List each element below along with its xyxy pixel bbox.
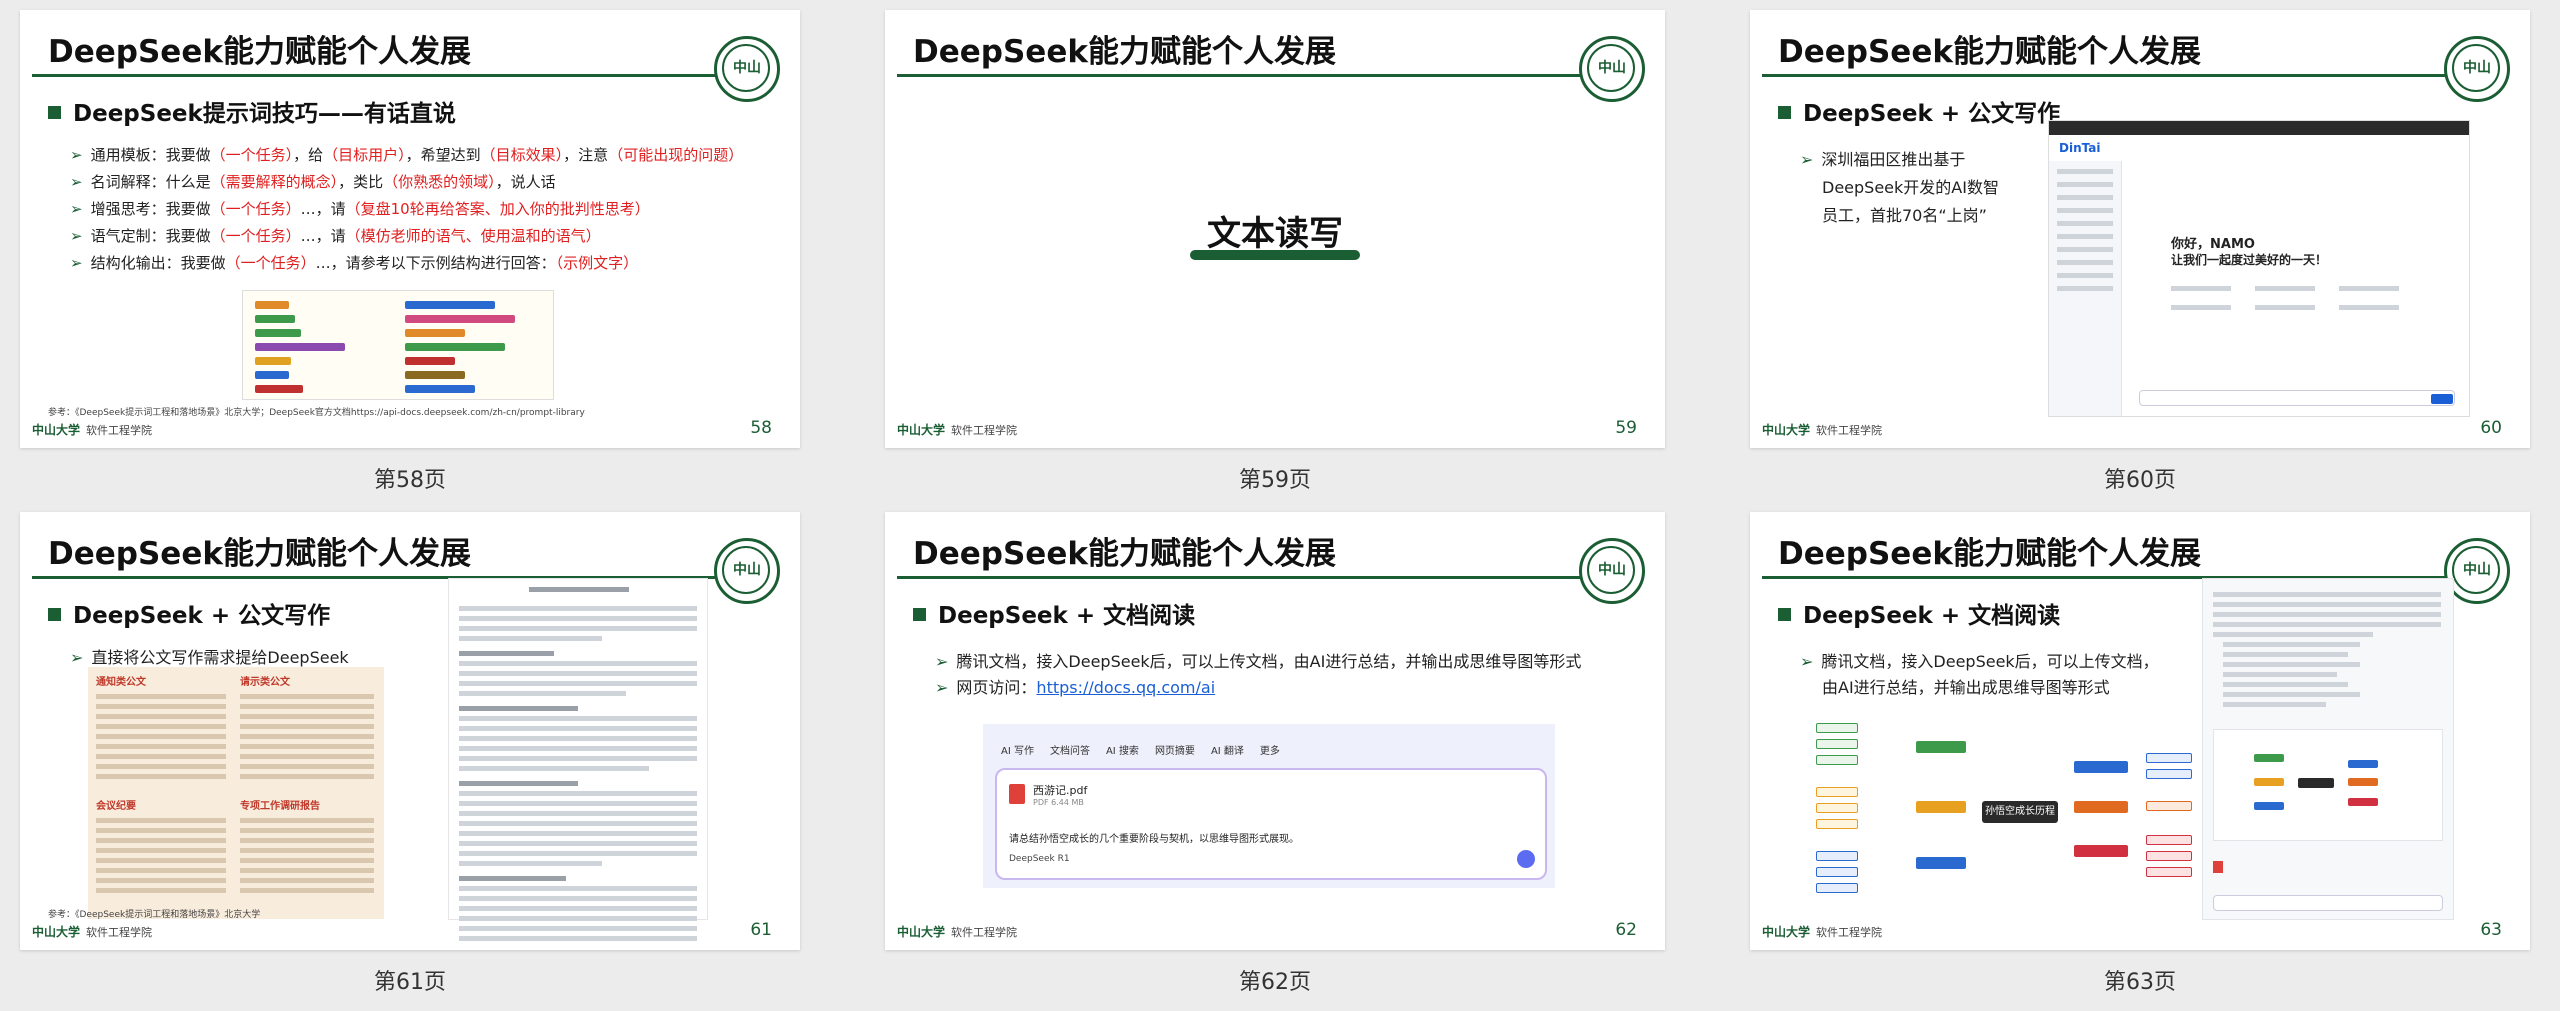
- tab-ai-write[interactable]: AI 写作: [1001, 746, 1034, 757]
- chat-input-box[interactable]: 西游记.pdf PDF 6.44 MB 请总结孙悟空成长的几个重要阶段与契机，以…: [995, 768, 1547, 880]
- pdf-file-icon: [1009, 784, 1025, 804]
- mindmap-image: 孙悟空成长历程: [1806, 717, 2222, 912]
- bullet-text: ➢ 腾讯文档，接入DeepSeek后，可以上传文档，: [1800, 652, 2159, 671]
- bullet-tone: ➢ 语气定制：我要做（一个任务）…，请（模仿老师的语气、使用温和的语气）: [70, 227, 601, 245]
- slide-thumbnail-61[interactable]: DeepSeek能力赋能个人发展 中山 DeepSeek + 公文写作 ➢ 直接将…: [20, 512, 800, 950]
- university-seal-icon: 中山: [1579, 538, 1645, 604]
- app-name: DinTai: [2059, 141, 2101, 155]
- mindmap-center-node: 孙悟空成长历程: [1982, 801, 2058, 823]
- slide-footer: 中山大学 软件工程学院: [1762, 925, 1883, 939]
- title-divider: [897, 576, 1605, 579]
- file-size: PDF 6.44 MB: [1033, 798, 1084, 807]
- university-logo: 中山大学: [1762, 423, 1811, 437]
- bullet-text-line2: 由AI进行总结，并输出成思维导图等形式: [1822, 678, 2110, 697]
- generated-document-image: [448, 578, 708, 941]
- tab-doc-qa[interactable]: 文档问答: [1050, 746, 1090, 757]
- section-heading: DeepSeek + 文档阅读: [1778, 596, 2060, 630]
- bullet-template: ➢ 通用模板：我要做（一个任务），给（目标用户），希望达到（目标效果），注意（可能…: [70, 146, 744, 164]
- university-seal-icon: 中山: [714, 36, 780, 102]
- slide-caption-59: 第59页: [1239, 468, 1311, 493]
- page-number: 59: [1615, 418, 1637, 438]
- title-divider: [32, 74, 740, 77]
- slide-title: DeepSeek能力赋能个人发展: [913, 536, 1336, 572]
- slide-caption-63: 第63页: [2104, 970, 2176, 995]
- slide-title: DeepSeek能力赋能个人发展: [1778, 34, 2201, 70]
- slide-thumbnail-60[interactable]: DeepSeek能力赋能个人发展 中山 DeepSeek + 公文写作 ➢ 深圳福…: [1750, 10, 2530, 448]
- university-seal-icon: 中山: [2444, 36, 2510, 102]
- slide-thumbnail-58[interactable]: DeepSeek能力赋能个人发展 中山 DeepSeek提示词技巧——有话直说 …: [20, 10, 800, 448]
- page-number: 60: [2480, 418, 2502, 438]
- section-heading: DeepSeek + 文档阅读: [913, 596, 1195, 630]
- slide-thumbnail-62[interactable]: DeepSeek能力赋能个人发展 中山 DeepSeek + 文档阅读 ➢ 腾讯文…: [885, 512, 1665, 950]
- reference-note: 参考：《DeepSeek提示词工程和落地场景》北京大学；DeepSeek官方文档…: [48, 408, 585, 418]
- slide-caption-62: 第62页: [1239, 970, 1311, 995]
- university-logo: 中山大学: [897, 925, 946, 939]
- slide-caption-58: 第58页: [374, 468, 446, 493]
- slide-title: DeepSeek能力赋能个人发展: [1778, 536, 2201, 572]
- bullet-tencent-docs: ➢ 腾讯文档，接入DeepSeek后，可以上传文档，由AI进行总结，并输出成思维导…: [935, 652, 1582, 671]
- university-seal-icon: 中山: [714, 538, 780, 604]
- slide-footer: 中山大学 软件工程学院: [32, 423, 153, 437]
- model-select[interactable]: DeepSeek R1: [1009, 854, 1070, 864]
- send-button[interactable]: [1517, 850, 1535, 868]
- docs-link[interactable]: https://docs.qq.com/ai: [1036, 678, 1215, 697]
- tab-more[interactable]: 更多: [1260, 746, 1280, 757]
- slide-footer: 中山大学 软件工程学院: [1762, 423, 1883, 437]
- page-number: 58: [750, 418, 772, 438]
- university-logo: 中山大学: [1762, 925, 1811, 939]
- university-logo: 中山大学: [32, 925, 81, 939]
- bullet-text-line2: DeepSeek开发的AI数智: [1822, 178, 1999, 197]
- doc-label-request: 请示类公文: [240, 677, 290, 688]
- pdf-file-icon: [2213, 861, 2223, 873]
- doc-label-minutes: 会议纪要: [96, 801, 136, 812]
- section-heading: DeepSeek + 公文写作: [48, 596, 330, 630]
- university-logo: 中山大学: [897, 423, 946, 437]
- tencent-docs-ai-screenshot: AI 写作 文档问答 AI 搜索 网页摘要 AI 翻译 更多 西游记.pdf PDF 6.…: [983, 724, 1555, 888]
- prompt-text: 请总结孙悟空成长的几个重要阶段与契机，以思维导图形式展现。: [1009, 834, 1299, 845]
- app-screenshot: DinTai 你好，NAMO 让我们一起度过美好的一天！: [2048, 120, 2470, 417]
- tab-web-summary[interactable]: 网页摘要: [1155, 746, 1195, 757]
- slide-title: DeepSeek能力赋能个人发展: [913, 34, 1336, 70]
- page-number: 61: [750, 920, 772, 940]
- doc-label-notice: 通知类公文: [96, 677, 146, 688]
- example-structure-image: [242, 290, 554, 400]
- app-greeting: 你好，NAMO: [2171, 237, 2255, 252]
- bullet-web-access: ➢ 网页访问：https://docs.qq.com/ai: [935, 678, 1216, 697]
- tab-ai-search[interactable]: AI 搜索: [1106, 746, 1139, 757]
- slide-caption-60: 第60页: [2104, 468, 2176, 493]
- slide-footer: 中山大学 软件工程学院: [897, 423, 1018, 437]
- title-underline: [1190, 250, 1360, 260]
- bullet-term: ➢ 名词解释：什么是（需要解释的概念），类比（你熟悉的领域），说人话: [70, 173, 556, 191]
- section-heading: DeepSeek提示词技巧——有话直说: [48, 94, 456, 128]
- document-types-image: 通知类公文 请示类公文 会议纪要 专项工作调研报告: [88, 667, 384, 919]
- slide-caption-61: 第61页: [374, 970, 446, 995]
- bullet-text-line3: 员工，首批70名“上岗”: [1822, 206, 1987, 225]
- ai-summary-panel-image: [2202, 578, 2454, 920]
- slide-thumbnail-59[interactable]: DeepSeek能力赋能个人发展 中山 文本读写 中山大学 软件工程学院 59: [885, 10, 1665, 448]
- page-number: 62: [1615, 920, 1637, 940]
- university-seal-icon: 中山: [1579, 36, 1645, 102]
- section-heading: DeepSeek + 公文写作: [1778, 94, 2060, 128]
- bullet-text: ➢ 直接将公文写作需求提给DeepSeek: [70, 648, 349, 667]
- bullet-thinking: ➢ 增强思考：我要做（一个任务）…，请（复盘10轮再给答案、加入你的批判性思考）: [70, 200, 650, 218]
- slide-footer: 中山大学 软件工程学院: [32, 925, 153, 939]
- reference-note: 参考：《DeepSeek提示词工程和落地场景》北京大学: [48, 910, 261, 920]
- file-name: 西游记.pdf: [1033, 784, 1088, 797]
- page-number: 63: [2480, 920, 2502, 940]
- slide-thumbnail-63[interactable]: DeepSeek能力赋能个人发展 中山 DeepSeek + 文档阅读 ➢ 腾讯文…: [1750, 512, 2530, 950]
- slide-title: DeepSeek能力赋能个人发展: [48, 34, 471, 70]
- title-divider: [1762, 74, 2470, 77]
- slide-footer: 中山大学 软件工程学院: [897, 925, 1018, 939]
- bullet-structured: ➢ 结构化输出：我要做（一个任务）…，请参考以下示例结构进行回答：（示例文字）: [70, 254, 639, 272]
- doc-label-report: 专项工作调研报告: [240, 801, 320, 812]
- app-greeting-sub: 让我们一起度过美好的一天！: [2171, 253, 2328, 267]
- title-divider: [897, 74, 1605, 77]
- tab-ai-translate[interactable]: AI 翻译: [1211, 746, 1244, 757]
- slide-title: DeepSeek能力赋能个人发展: [48, 536, 471, 572]
- bullet-text: ➢ 深圳福田区推出基于: [1800, 150, 1966, 169]
- section-center-title: 文本读写: [1207, 214, 1343, 254]
- university-logo: 中山大学: [32, 423, 81, 437]
